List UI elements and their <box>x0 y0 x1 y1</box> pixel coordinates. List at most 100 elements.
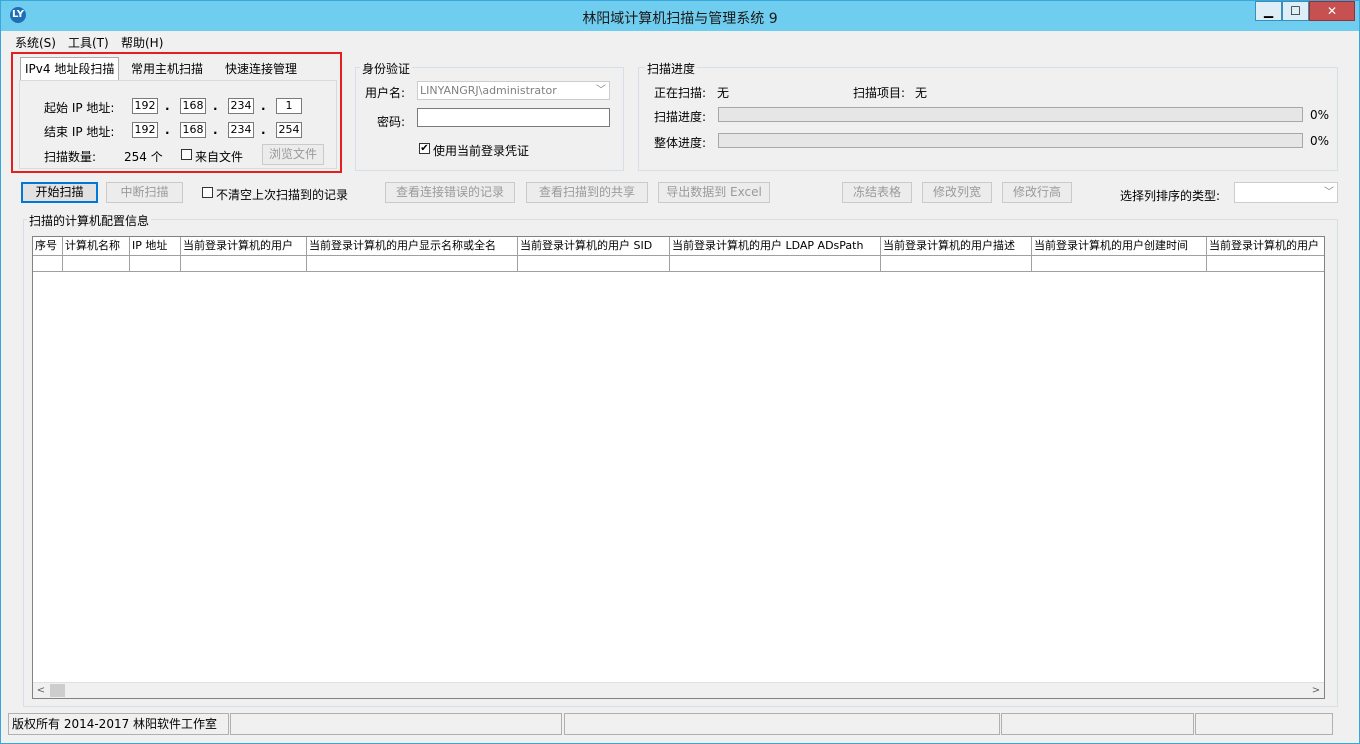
start-ip-octet-1[interactable]: 192 <box>132 98 158 114</box>
scrollbar-thumb[interactable] <box>50 684 65 697</box>
end-ip-label: 结束 IP 地址: <box>44 125 115 139</box>
table-cell[interactable] <box>33 256 63 271</box>
scan-count-value: 254 个 <box>124 150 163 164</box>
status-panel-3 <box>564 713 1000 735</box>
progress-group-title: 扫描进度 <box>645 60 698 77</box>
table-cell[interactable] <box>1032 256 1207 271</box>
ip-dot: . <box>261 123 266 137</box>
export-excel-button[interactable]: 导出数据到 Excel <box>658 182 770 203</box>
use-current-credentials-label: 使用当前登录凭证 <box>433 144 530 158</box>
tab-quick-connect[interactable]: 快速连接管理 <box>221 58 301 80</box>
ip-dot: . <box>261 99 266 113</box>
sort-type-label: 选择列排序的类型: <box>1120 189 1221 203</box>
tab-ipv4-scan[interactable]: IPv4 地址段扫描 <box>20 57 120 81</box>
table-cell[interactable] <box>670 256 881 271</box>
column-header-ldap-adspath[interactable]: 当前登录计算机的用户 LDAP ADsPath <box>670 237 881 255</box>
maximize-button[interactable]: ☐ <box>1282 1 1309 21</box>
scan-progress-label: 扫描进度: <box>654 110 707 124</box>
close-button[interactable]: ✕ <box>1309 1 1355 21</box>
view-errors-button[interactable]: 查看连接错误的记录 <box>385 182 515 203</box>
keep-records-label: 不清空上次扫描到的记录 <box>216 188 349 202</box>
scan-item-label: 扫描项目: <box>853 86 906 100</box>
table-cell[interactable] <box>518 256 670 271</box>
status-panel-4 <box>1001 713 1194 735</box>
ip-dot: . <box>213 99 218 113</box>
table-cell[interactable] <box>307 256 518 271</box>
chevron-down-icon: ﹀ <box>596 85 606 96</box>
status-panel-5 <box>1195 713 1333 735</box>
column-header-sid[interactable]: 当前登录计算机的用户 SID <box>518 237 670 255</box>
overall-progress-percent: 0% <box>1310 134 1330 148</box>
app-window: LY 林阳域计算机扫描与管理系统 9 ▁ ☐ ✕ 系统(S) 工具(T) 帮助(… <box>0 0 1360 744</box>
column-header-computer-name[interactable]: 计算机名称 <box>63 237 130 255</box>
end-ip-octet-4[interactable]: 254 <box>276 122 302 138</box>
menu-bar: 系统(S) 工具(T) 帮助(H) <box>1 31 1359 51</box>
end-ip-octet-3[interactable]: 234 <box>228 122 254 138</box>
menu-system[interactable]: 系统(S) <box>15 34 56 51</box>
start-ip-label: 起始 IP 地址: <box>44 101 115 115</box>
table-cell[interactable] <box>130 256 181 271</box>
from-file-label: 来自文件 <box>195 150 244 164</box>
username-label: 用户名: <box>365 86 406 100</box>
menu-tools[interactable]: 工具(T) <box>68 34 109 51</box>
horizontal-scrollbar[interactable]: < > <box>33 682 1324 698</box>
column-header-display-name[interactable]: 当前登录计算机的用户显示名称或全名 <box>307 237 518 255</box>
overall-progress-label: 整体进度: <box>654 136 707 150</box>
table-cell[interactable] <box>181 256 307 271</box>
start-scan-button[interactable]: 开始扫描 <box>21 182 98 203</box>
password-input[interactable] <box>417 108 610 127</box>
keep-records-checkbox[interactable] <box>202 187 213 198</box>
end-ip-octet-1[interactable]: 192 <box>132 122 158 138</box>
sort-type-select[interactable]: ﹀ <box>1234 182 1338 203</box>
auth-group-title: 身份验证 <box>360 60 413 77</box>
stop-scan-button[interactable]: 中断扫描 <box>106 182 183 203</box>
view-shares-button[interactable]: 查看扫描到的共享 <box>526 182 648 203</box>
use-current-credentials-checkbox[interactable]: ✔ <box>419 143 430 154</box>
chevron-down-icon: ﹀ <box>1324 187 1334 198</box>
status-copyright: 版权所有 2014-2017 林阳软件工作室 <box>8 713 229 735</box>
column-header-user[interactable]: 当前登录计算机的用户 <box>181 237 307 255</box>
computer-info-grid[interactable]: 序号 计算机名称 IP 地址 当前登录计算机的用户 当前登录计算机的用户显示名称… <box>32 236 1325 699</box>
status-panel-2 <box>230 713 562 735</box>
column-header-created-time[interactable]: 当前登录计算机的用户创建时间 <box>1032 237 1207 255</box>
scan-item-value: 无 <box>915 86 928 100</box>
ip-dot: . <box>165 123 170 137</box>
grid-header-row: 序号 计算机名称 IP 地址 当前登录计算机的用户 当前登录计算机的用户显示名称… <box>33 237 1324 256</box>
column-header-user-more[interactable]: 当前登录计算机的用户 <box>1207 237 1324 255</box>
browse-file-button[interactable]: 浏览文件 <box>262 144 324 165</box>
start-ip-octet-3[interactable]: 234 <box>228 98 254 114</box>
end-ip-octet-2[interactable]: 168 <box>180 122 206 138</box>
minimize-button[interactable]: ▁ <box>1255 1 1282 21</box>
table-cell[interactable] <box>63 256 130 271</box>
row-height-button[interactable]: 修改行高 <box>1002 182 1072 203</box>
freeze-table-button[interactable]: 冻结表格 <box>842 182 912 203</box>
overall-progress-bar <box>718 133 1303 148</box>
grid-group-title: 扫描的计算机配置信息 <box>27 212 152 229</box>
column-width-button[interactable]: 修改列宽 <box>922 182 992 203</box>
start-ip-octet-2[interactable]: 168 <box>180 98 206 114</box>
scan-count-label: 扫描数量: <box>44 150 97 164</box>
column-header-description[interactable]: 当前登录计算机的用户描述 <box>881 237 1032 255</box>
title-bar[interactable]: LY 林阳域计算机扫描与管理系统 9 ▁ ☐ ✕ <box>1 1 1359 31</box>
username-value: LINYANGRJ\administrator <box>420 84 557 97</box>
username-select[interactable]: LINYANGRJ\administrator ﹀ <box>417 81 610 100</box>
scanning-value: 无 <box>717 86 730 100</box>
column-header-ip[interactable]: IP 地址 <box>130 237 181 255</box>
scan-progress-bar <box>718 107 1303 122</box>
scroll-left-arrow-icon[interactable]: < <box>33 683 49 698</box>
table-cell[interactable] <box>881 256 1032 271</box>
table-row[interactable] <box>33 256 1324 272</box>
scanning-label: 正在扫描: <box>654 86 707 100</box>
start-ip-octet-4[interactable]: 1 <box>276 98 302 114</box>
ip-dot: . <box>165 99 170 113</box>
menu-help[interactable]: 帮助(H) <box>121 34 163 51</box>
password-label: 密码: <box>377 115 406 129</box>
window-title: 林阳域计算机扫描与管理系统 9 <box>582 11 778 27</box>
table-cell[interactable] <box>1207 256 1324 271</box>
status-bar: 版权所有 2014-2017 林阳软件工作室 <box>1 713 1359 743</box>
ip-dot: . <box>213 123 218 137</box>
scroll-right-arrow-icon[interactable]: > <box>1308 683 1324 698</box>
tab-common-hosts[interactable]: 常用主机扫描 <box>127 58 207 80</box>
column-header-index[interactable]: 序号 <box>33 237 63 255</box>
from-file-checkbox[interactable] <box>181 149 192 160</box>
